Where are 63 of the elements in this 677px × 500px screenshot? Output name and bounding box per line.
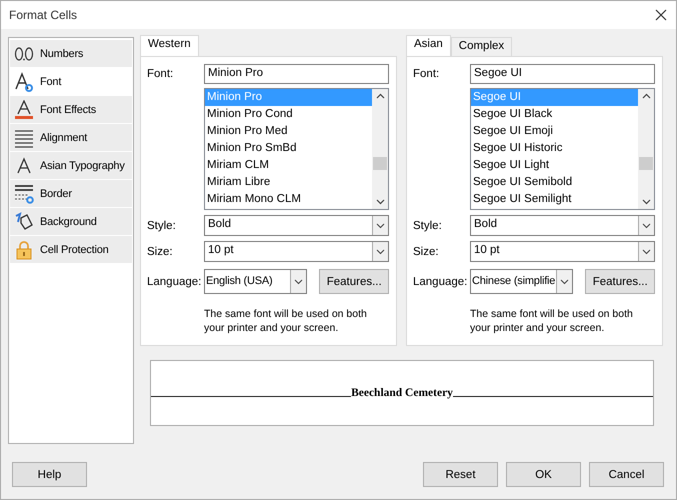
info-text: The same font will be used on both your printer and your screen. bbox=[204, 307, 368, 335]
help-button[interactable]: Help bbox=[12, 462, 87, 487]
field-label: Font: bbox=[413, 68, 440, 80]
font-list-item[interactable]: Minion Pro Cond bbox=[205, 106, 372, 123]
sidebar-item[interactable]: Background bbox=[10, 208, 132, 236]
dialog-button[interactable]: Reset bbox=[423, 462, 498, 487]
tab[interactable]: Western bbox=[140, 35, 199, 56]
size-dropdown[interactable]: 10 pt bbox=[204, 241, 389, 262]
scrollbar[interactable] bbox=[638, 89, 654, 209]
tab[interactable]: Asian bbox=[406, 35, 451, 56]
field-label: Style: bbox=[147, 220, 177, 232]
scroll-thumb[interactable] bbox=[373, 157, 387, 170]
font-list-item[interactable]: Minion Pro Med bbox=[205, 123, 372, 140]
tab[interactable]: Complex bbox=[450, 37, 512, 56]
font-list-item[interactable]: Segoe UI Emoji bbox=[471, 123, 638, 140]
font-list-item[interactable]: Segoe UI Historic bbox=[471, 140, 638, 157]
padlock-icon bbox=[14, 240, 34, 260]
size-dropdown[interactable]: 10 pt bbox=[470, 241, 655, 262]
close-icon[interactable] bbox=[655, 9, 667, 21]
sidebar-item[interactable]: Cell Protection bbox=[10, 236, 132, 264]
features-button[interactable]: Features... bbox=[319, 269, 389, 294]
field-label: Style: bbox=[413, 220, 443, 232]
font-list-item[interactable]: Segoe UI Light bbox=[471, 157, 638, 174]
info-text: The same font will be used on both your printer and your screen. bbox=[470, 307, 634, 335]
dialog-button[interactable]: OK bbox=[506, 462, 581, 487]
font-name-field[interactable]: Segoe UI bbox=[470, 64, 655, 84]
font-gear-icon bbox=[14, 72, 34, 92]
font-list-item[interactable]: Miriam CLM bbox=[205, 157, 372, 174]
field-label: Size: bbox=[147, 246, 174, 258]
scroll-up-icon[interactable] bbox=[642, 93, 650, 99]
border-icon bbox=[14, 184, 34, 204]
style-dropdown[interactable]: Bold bbox=[204, 215, 389, 236]
features-button[interactable]: Features... bbox=[585, 269, 655, 294]
font-name-field[interactable]: Minion Pro bbox=[204, 64, 389, 84]
align-lines-icon bbox=[14, 128, 34, 148]
sidebar-item[interactable]: Numbers bbox=[10, 40, 132, 68]
scrollbar[interactable] bbox=[372, 89, 388, 209]
scroll-down-icon[interactable] bbox=[642, 199, 650, 205]
language-dropdown[interactable]: English (USA) bbox=[204, 269, 308, 294]
font-list-item[interactable]: Segoe UI Semibold bbox=[471, 174, 638, 191]
font-list-item[interactable]: Segoe UI Semilight bbox=[471, 191, 638, 208]
font-list-item[interactable]: Minion Pro SmBd bbox=[205, 140, 372, 157]
scroll-thumb[interactable] bbox=[639, 157, 653, 170]
window-title: Format Cells bbox=[9, 8, 78, 22]
scroll-down-icon[interactable] bbox=[376, 199, 384, 205]
language-dropdown[interactable]: Chinese (simplifie bbox=[470, 269, 574, 294]
preview-text: Beechland Cemetery bbox=[351, 387, 453, 399]
sidebar-item[interactable]: Asian Typography bbox=[10, 152, 132, 180]
field-label: Size: bbox=[413, 246, 440, 258]
sidebar-item[interactable]: Font Effects bbox=[10, 96, 132, 124]
field-label: Font: bbox=[147, 68, 174, 80]
font-list-item[interactable]: Miriam Libre bbox=[205, 174, 372, 191]
font-color-icon bbox=[14, 100, 34, 120]
field-label: Language: bbox=[147, 276, 202, 288]
font-list-item[interactable]: Miriam Mono CLM bbox=[205, 191, 372, 208]
field-label: Language: bbox=[413, 276, 468, 288]
sidebar-item[interactable]: Border bbox=[10, 180, 132, 208]
style-dropdown[interactable]: Bold bbox=[470, 215, 655, 236]
paint-bucket-icon bbox=[14, 212, 34, 232]
sidebar-item[interactable]: Alignment bbox=[10, 124, 132, 152]
scroll-up-icon[interactable] bbox=[376, 93, 384, 99]
font-list-item[interactable]: Segoe UI Black bbox=[471, 106, 638, 123]
dialog-button[interactable]: Cancel bbox=[589, 462, 664, 487]
